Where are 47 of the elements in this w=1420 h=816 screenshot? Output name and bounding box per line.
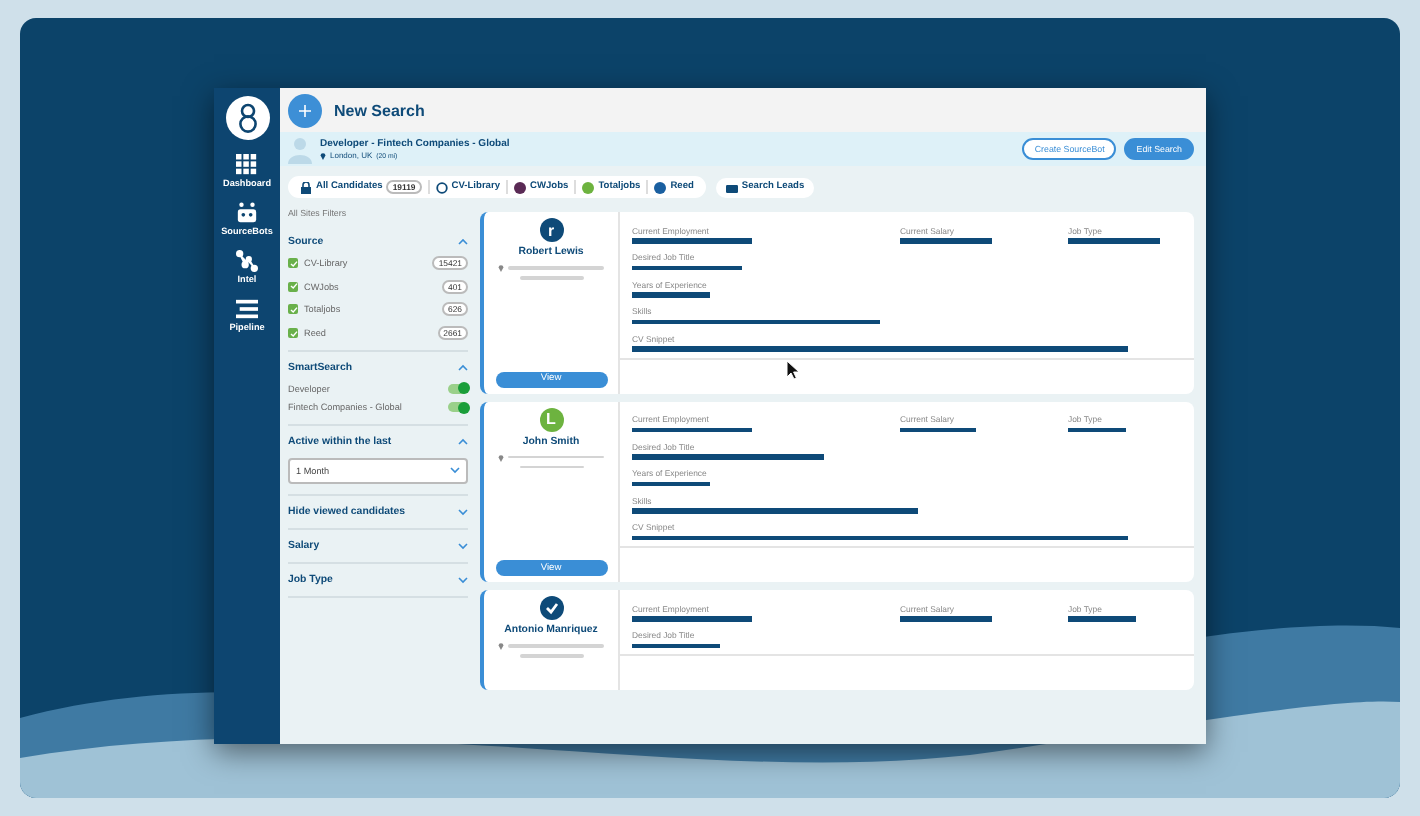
page-title: New Search xyxy=(334,101,425,119)
circle-icon xyxy=(435,181,448,193)
redacted-bar xyxy=(900,427,976,432)
lock-icon xyxy=(300,181,312,193)
chevron-down-icon xyxy=(458,575,468,584)
checkbox[interactable] xyxy=(288,304,298,315)
grid-icon xyxy=(236,154,258,176)
circle-icon xyxy=(514,181,527,193)
redacted-bar xyxy=(632,616,753,621)
cursor-icon xyxy=(786,360,800,380)
redacted-bar xyxy=(632,427,753,432)
list-icon xyxy=(236,298,258,320)
checkbox[interactable] xyxy=(288,258,298,269)
redacted-bar xyxy=(900,238,993,243)
location-pin-icon xyxy=(320,151,326,159)
avatar-initial: L xyxy=(539,407,563,431)
network-icon xyxy=(236,250,258,272)
chevron-up-icon xyxy=(458,437,468,446)
location-pin-icon xyxy=(498,453,504,461)
circle-icon xyxy=(582,181,595,193)
logo-icon xyxy=(225,96,269,140)
redacted-bar xyxy=(1068,238,1160,243)
location-pin-icon xyxy=(498,642,504,650)
toggle-switch[interactable] xyxy=(448,383,468,394)
checkbox[interactable] xyxy=(288,281,298,292)
checkbox[interactable] xyxy=(288,328,298,339)
redacted-bar xyxy=(632,238,753,243)
robot-icon xyxy=(235,202,258,224)
redacted-bar xyxy=(1068,616,1137,621)
redacted-bar xyxy=(900,616,993,621)
circle-icon xyxy=(654,181,667,193)
redacted-bar xyxy=(1068,427,1125,432)
redacted-bar xyxy=(632,292,709,297)
location-pin-icon xyxy=(498,264,504,272)
redacted-bar xyxy=(632,481,709,486)
chevron-down-icon xyxy=(458,541,468,550)
avatar-initial: r xyxy=(539,218,563,242)
add-button[interactable] xyxy=(288,93,322,127)
chevron-down-icon xyxy=(458,507,468,516)
chevron-up-icon xyxy=(458,364,468,373)
plus-icon xyxy=(298,103,312,117)
redacted-bar xyxy=(632,265,742,270)
chevron-up-icon xyxy=(458,238,468,246)
person-icon xyxy=(288,135,312,163)
redacted-bar xyxy=(632,643,720,648)
chevron-down-icon xyxy=(450,466,460,475)
toggle-switch[interactable] xyxy=(448,402,468,413)
